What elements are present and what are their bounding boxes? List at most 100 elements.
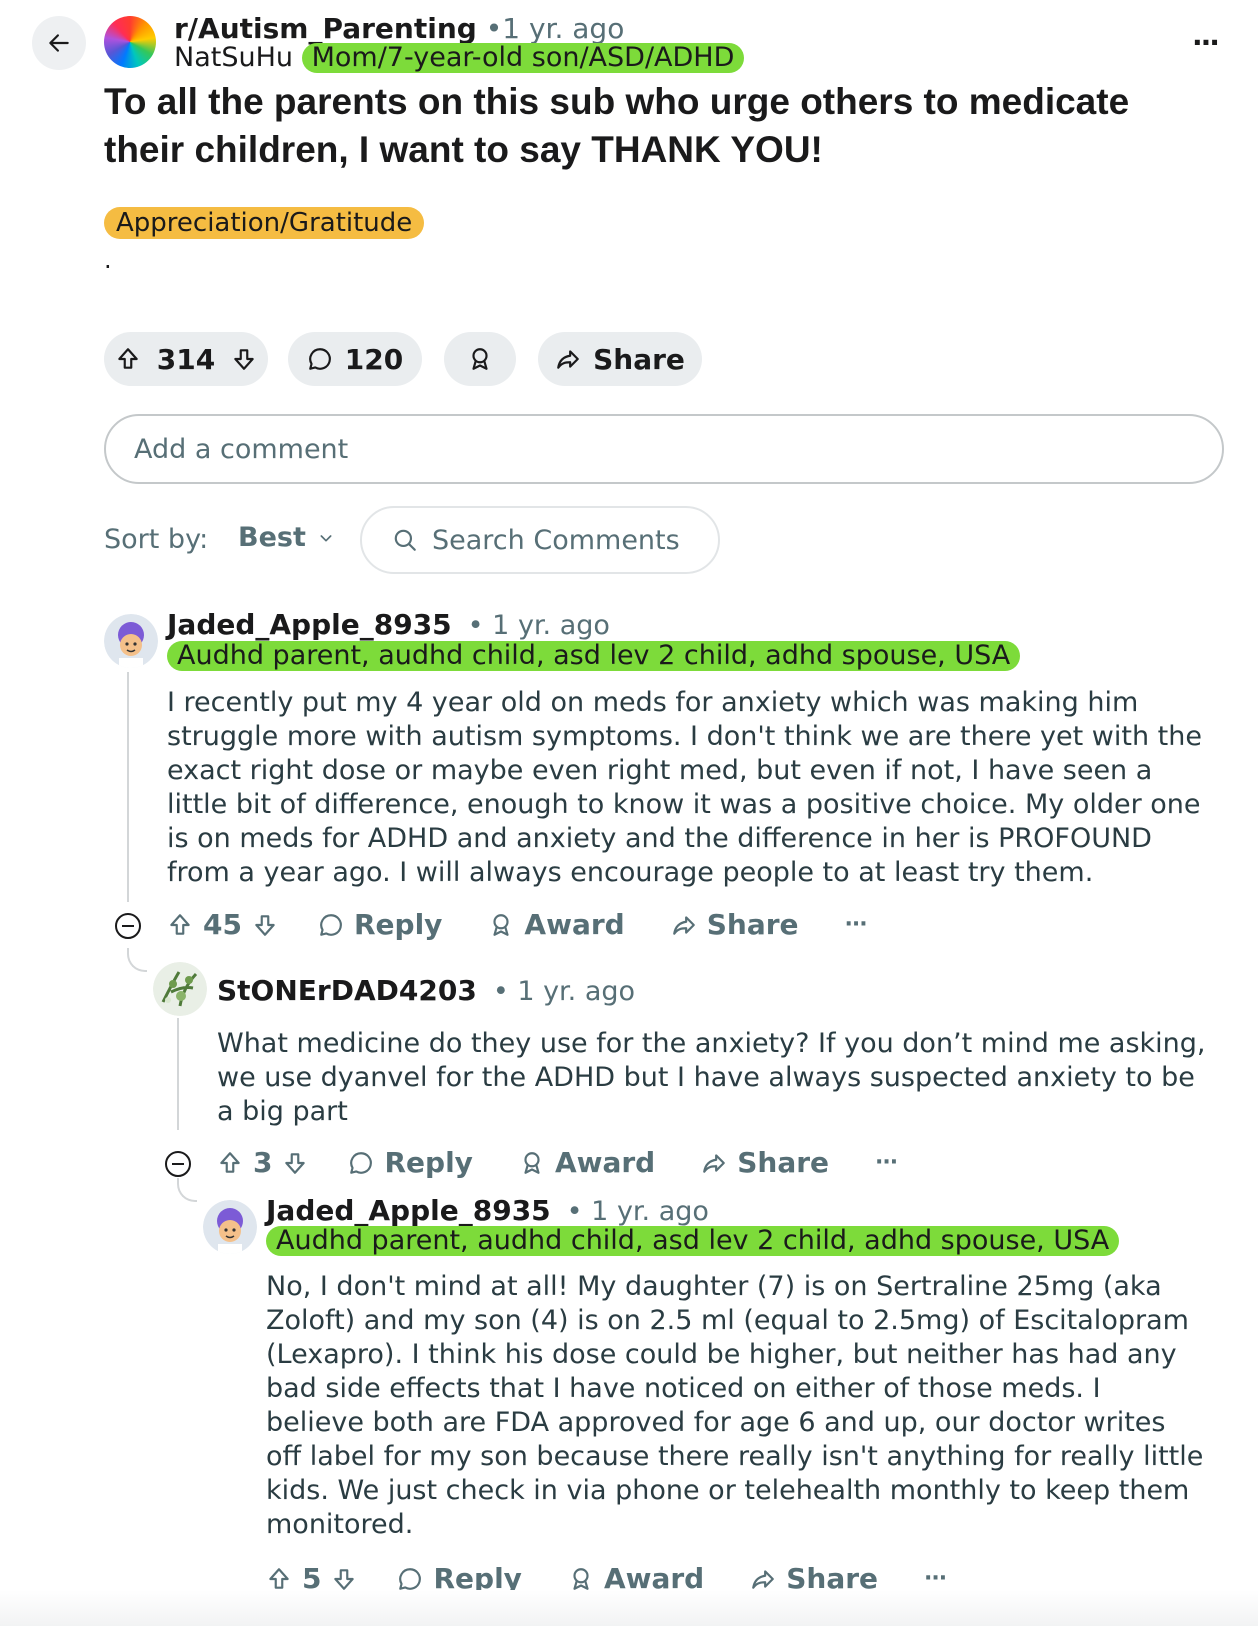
comment-line: a big part (217, 1096, 348, 1127)
comment-line: from a year ago. I will always encourage… (167, 857, 1094, 888)
comment-flair-wrap: Audhd parent, audhd child, asd lev 2 chi… (167, 640, 1021, 671)
search-comments-placeholder: Search Comments (432, 524, 680, 556)
avatar[interactable] (153, 962, 207, 1016)
vote-group: 3 (217, 1146, 308, 1179)
comment-header: StONErDAD4203 • 1 yr. ago (217, 974, 635, 1007)
thread-connector (127, 948, 147, 972)
share-label: Share (737, 1146, 830, 1179)
comment-line: off label for my son because there reall… (266, 1441, 1204, 1472)
post-vote-count: 314 (156, 342, 216, 376)
post-comment-count: 120 (344, 342, 404, 376)
share-icon (703, 1153, 726, 1173)
collapse-button[interactable] (115, 913, 141, 939)
comment-author[interactable]: StONErDAD4203 (217, 974, 477, 1007)
reply-label: Reply (353, 908, 443, 941)
post-award-button[interactable] (444, 332, 516, 386)
downvote-icon[interactable] (282, 1150, 308, 1176)
post-share-label: Share (593, 342, 685, 376)
comment-time: • 1 yr. ago (467, 610, 610, 641)
comment-line: (Lexapro). I think his dose could be hig… (266, 1339, 1177, 1370)
more-icon[interactable]: ··· (924, 1566, 947, 1591)
subreddit-avatar[interactable] (104, 16, 156, 68)
downvote-icon[interactable] (331, 1566, 357, 1592)
award-button[interactable]: Award (519, 1146, 655, 1179)
post-title: To all the parents on this sub who urge … (104, 81, 1130, 170)
comment-line: monitored. (266, 1509, 414, 1540)
comment-line: we use dyanvel for the ADHD but I have a… (217, 1062, 1195, 1093)
reply-button[interactable]: Reply (318, 908, 442, 941)
share-label: Share (706, 908, 799, 941)
collapse-button[interactable] (165, 1151, 191, 1177)
award-icon (472, 348, 488, 370)
post-flair-tag[interactable]: Appreciation/Gratitude (104, 207, 425, 239)
comment-line: struggle more with autism symptoms. I do… (167, 721, 1202, 752)
share-icon (557, 350, 579, 369)
comment-flair-wrap: Audhd parent, audhd child, asd lev 2 chi… (266, 1225, 1120, 1256)
award-icon (573, 1567, 589, 1590)
add-comment-input[interactable]: Add a comment (104, 414, 1224, 484)
search-comments-input[interactable]: Search Comments (360, 506, 720, 574)
collapse-icon (122, 925, 134, 927)
back-arrow-icon (49, 34, 69, 52)
award-icon (493, 913, 510, 936)
post-comments-button[interactable]: 120 (288, 332, 422, 386)
more-icon[interactable]: ··· (875, 1150, 898, 1175)
reply-label: Reply (384, 1146, 473, 1179)
avatar[interactable] (203, 1200, 257, 1254)
comment-body: What medicine do they use for the anxiet… (217, 1027, 1227, 1129)
sort-label: Sort by: (104, 524, 209, 555)
comment-line: is on meds for ADHD and anxiety and the … (167, 823, 1152, 854)
thread-line (177, 1018, 179, 1130)
upvote-icon[interactable] (115, 346, 141, 372)
more-icon[interactable]: ··· (845, 912, 868, 937)
back-button[interactable] (32, 16, 86, 70)
comment-flair: Audhd parent, audhd child, asd lev 2 chi… (266, 1226, 1120, 1256)
share-button[interactable]: Share (701, 1146, 829, 1179)
subreddit-line: r/Autism_Parenting •1 yr. ago (174, 12, 624, 46)
post-more-button[interactable]: ··· (1192, 26, 1220, 59)
comment-line: kids. We just check in via phone or tele… (266, 1475, 1190, 1506)
comment-header: Jaded_Apple_8935 • 1 yr. ago (266, 1194, 709, 1227)
upvote-icon[interactable] (266, 1566, 292, 1592)
bottom-fade (0, 1590, 1258, 1626)
comment-line: I recently put my 4 year old on meds for… (167, 687, 1139, 718)
collapse-icon (172, 1163, 184, 1165)
post-share-button[interactable]: Share (538, 332, 702, 386)
author-line: NatSuHu Mom/7-year-old son/ASD/ADHD (174, 42, 745, 74)
comment-author[interactable]: Jaded_Apple_8935 (266, 1194, 551, 1227)
share-icon (672, 915, 695, 935)
upvote-icon[interactable] (167, 912, 193, 938)
comment-icon (308, 348, 331, 370)
award-button[interactable]: Award (488, 908, 625, 941)
downvote-icon[interactable] (231, 346, 257, 372)
reply-button[interactable]: Reply (348, 1146, 473, 1179)
author-flair: Mom/7-year-old son/ASD/ADHD (301, 43, 745, 73)
comment-icon (320, 913, 342, 936)
post-time: •1 yr. ago (485, 12, 625, 45)
award-label: Award (554, 1146, 656, 1179)
comment-author[interactable]: Jaded_Apple_8935 (167, 608, 452, 641)
comment-line: little bit of difference, enough to know… (167, 789, 1201, 820)
comment-line: What medicine do they use for the anxiet… (217, 1028, 1206, 1059)
more-icon: ··· (1192, 26, 1220, 59)
comment-flair: Audhd parent, audhd child, asd lev 2 chi… (167, 641, 1021, 671)
comment-time: • 1 yr. ago (566, 1196, 709, 1227)
post-author[interactable]: NatSuHu (174, 42, 293, 73)
subreddit-name[interactable]: r/Autism_Parenting (174, 12, 477, 45)
post-vote-pill: 314 (104, 332, 268, 386)
comment-line: Zoloft) and my son (4) is on 2.5 ml (equ… (266, 1305, 1189, 1336)
award-icon (524, 1151, 540, 1174)
comment-line: believe both are FDA approved for age 6 … (266, 1407, 1166, 1438)
sort-dropdown[interactable]: Best (238, 522, 334, 553)
comment-line: exact right dose or maybe even right med… (167, 755, 1153, 786)
sort-value: Best (238, 522, 306, 553)
comment-body: No, I don't mind at all! My daughter (7)… (266, 1270, 1241, 1542)
avatar[interactable] (104, 614, 158, 668)
comment-line: bad side effects that I have noticed on … (266, 1373, 1101, 1404)
post-body: . (104, 246, 112, 274)
share-button[interactable]: Share (671, 908, 799, 941)
upvote-icon[interactable] (217, 1150, 243, 1176)
vote-count: 3 (253, 1146, 273, 1179)
downvote-icon[interactable] (252, 912, 278, 938)
comment-actions: 45 Reply Award Share ··· (167, 908, 868, 941)
